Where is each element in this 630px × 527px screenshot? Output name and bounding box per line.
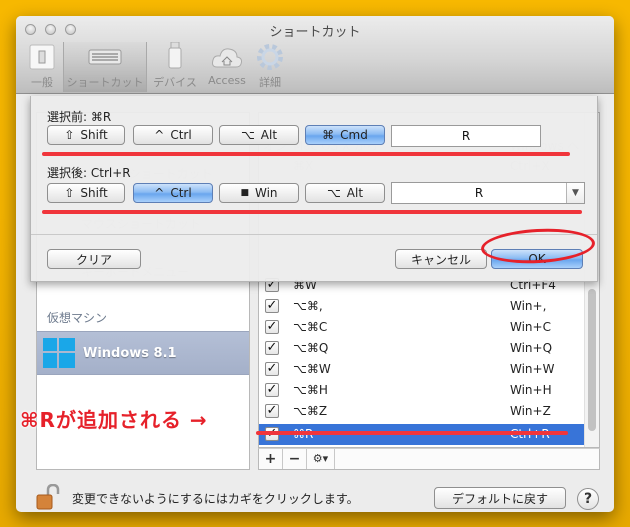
control-icon: ^ (154, 186, 165, 200)
before-alt-toggle[interactable]: ⌥ Alt (219, 125, 299, 145)
option-icon: ⌥ (240, 128, 255, 142)
action-menu-button[interactable]: ⚙▾ (307, 449, 335, 469)
checkbox[interactable]: ✓ (265, 383, 279, 397)
toggle-label: Shift (80, 128, 108, 142)
table-row[interactable]: ✓ ⌥⌘H Win+H (259, 380, 585, 401)
tab-devices[interactable]: デバイス (150, 42, 200, 92)
lock-hint-text: 変更できないようにするにはカギをクリックします。 (72, 492, 359, 506)
sidebar-item-windows[interactable]: Windows 8.1 (37, 331, 249, 375)
toggle-label: Alt (346, 186, 364, 200)
mac-shortcut: ⌥⌘Z (293, 404, 328, 418)
toggle-label: Cmd (340, 128, 368, 142)
windows-shortcut: Win+Z (510, 404, 551, 418)
after-label: 選択後: Ctrl+R (47, 166, 131, 180)
table-footer: + − ⚙▾ (258, 448, 600, 470)
table-row[interactable]: ✓ ⌥⌘Z Win+Z (259, 401, 585, 422)
mac-shortcut: ⌥⌘H (293, 383, 328, 397)
before-cmd-toggle[interactable]: ⌘ Cmd (305, 125, 385, 145)
control-icon: ^ (154, 128, 165, 142)
checkbox[interactable]: ✓ (265, 341, 279, 355)
before-label: 選択前: ⌘R (47, 110, 112, 124)
add-button[interactable]: + (259, 449, 283, 469)
preferences-window: ショートカット 一般 ショートカット デバイス Access 詳細 仮想マシン … (16, 16, 614, 512)
toggle-label: Ctrl (170, 128, 192, 142)
lock-icon[interactable] (36, 483, 60, 510)
before-ctrl-toggle[interactable]: ^ Ctrl (133, 125, 213, 145)
toggle-label: Shift (80, 186, 108, 200)
usb-icon (159, 42, 191, 72)
cancel-button[interactable]: キャンセル (395, 249, 487, 269)
tab-advanced[interactable]: 詳細 (252, 42, 288, 92)
table-row[interactable]: ✓ ⌥⌘W Win+W (259, 359, 585, 380)
windows-shortcut: Win+C (510, 320, 551, 334)
after-shift-toggle[interactable]: ⇧ Shift (47, 183, 125, 203)
after-key-popup[interactable]: R ▼ (391, 182, 585, 204)
windows-shortcut: Win+, (510, 299, 547, 313)
shift-icon: ⇧ (64, 186, 75, 200)
annotation-underline-before (42, 152, 570, 156)
table-row[interactable]: ✓ ⌥⌘, Win+, (259, 296, 585, 317)
before-shift-toggle[interactable]: ⇧ Shift (47, 125, 125, 145)
toggle-label: Win (254, 186, 278, 200)
after-alt-toggle[interactable]: ⌥ Alt (305, 183, 385, 203)
restore-defaults-button[interactable]: デフォルトに戻す (434, 487, 566, 509)
tab-general[interactable]: 一般 (22, 42, 62, 92)
switch-icon (26, 42, 58, 72)
checkbox[interactable]: ✓ (265, 320, 279, 334)
mac-shortcut: ⌥⌘Q (293, 341, 329, 355)
windows-shortcut: Win+W (510, 362, 555, 376)
before-key-field[interactable]: R (391, 125, 541, 147)
after-win-toggle[interactable]: ■ Win (219, 183, 299, 203)
annotation-underline-row (256, 431, 568, 435)
mac-shortcut: ⌥⌘W (293, 362, 331, 376)
clear-button[interactable]: クリア (47, 249, 141, 269)
cloud-home-icon (211, 42, 243, 72)
toolbar: ショートカット 一般 ショートカット デバイス Access 詳細 (16, 16, 614, 94)
windows-shortcut: Win+H (510, 383, 552, 397)
mac-shortcut: ⌥⌘, (293, 299, 323, 313)
remove-button[interactable]: − (283, 449, 307, 469)
annotation-text: ⌘Rが追加される → (20, 408, 208, 432)
table-row[interactable]: ✓ ⌥⌘Q Win+Q (259, 338, 585, 359)
keyboard-icon (85, 42, 125, 72)
mac-shortcut: ⌥⌘C (293, 320, 328, 334)
chevron-down-icon[interactable]: ▼ (566, 183, 584, 203)
tab-access[interactable]: Access (204, 42, 250, 92)
shift-icon: ⇧ (64, 128, 75, 142)
command-icon: ⌘ (322, 128, 335, 142)
windows-logo-icon (43, 338, 75, 368)
selected-key: R (474, 186, 484, 200)
toggle-label: Ctrl (170, 186, 192, 200)
after-ctrl-toggle[interactable]: ^ Ctrl (133, 183, 213, 203)
scrollbar-thumb[interactable] (588, 289, 596, 431)
checkbox[interactable]: ✓ (265, 404, 279, 418)
window-title: ショートカット (269, 25, 361, 40)
checkbox[interactable]: ✓ (265, 362, 279, 376)
sidebar-section-header: 仮想マシン (47, 311, 108, 325)
windows-key-icon: ■ (240, 188, 249, 198)
checkbox[interactable]: ✓ (265, 299, 279, 313)
option-icon: ⌥ (326, 186, 341, 200)
annotation-underline-after (42, 210, 582, 214)
gear-icon (254, 42, 286, 72)
toggle-label: Alt (260, 128, 278, 142)
tab-shortcuts[interactable]: ショートカット (63, 42, 147, 92)
table-row[interactable]: ✓ ⌥⌘C Win+C (259, 317, 585, 338)
help-button[interactable]: ? (577, 488, 599, 510)
windows-shortcut: Win+Q (510, 341, 553, 355)
